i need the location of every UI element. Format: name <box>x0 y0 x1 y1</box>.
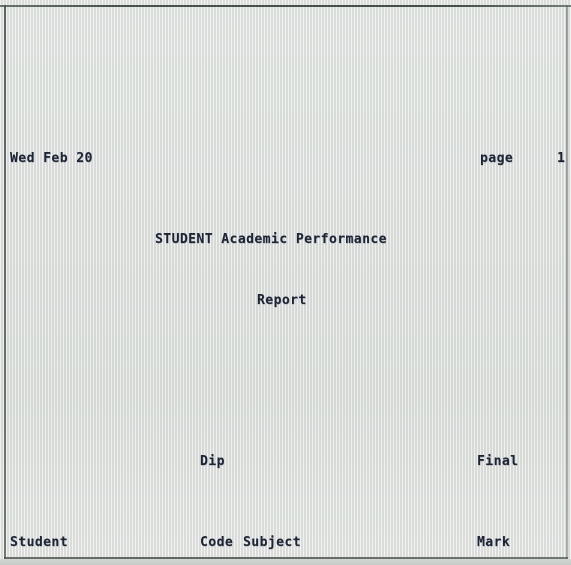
report-title-line-2: Report <box>257 292 307 308</box>
column-header-dip: Dip <box>200 454 225 470</box>
column-header-subject: Subject <box>243 535 301 551</box>
paper-frame-left-edge <box>4 5 6 559</box>
report-page-1: Wed Feb 20 page 1 STUDENT Academic Perfo… <box>10 89 566 565</box>
column-header-student: Student <box>10 535 68 551</box>
column-header-final: Final <box>477 454 519 470</box>
paper-frame-right-edge <box>566 5 568 559</box>
column-header-code: Code <box>200 535 234 551</box>
printed-report-page: Wed Feb 20 page 1 STUDENT Academic Perfo… <box>0 0 571 565</box>
page-1-column-header-row-2: Student Code Subject Mark <box>10 533 563 553</box>
page-1-spacer-after-title <box>10 372 563 392</box>
column-header-mark: Mark <box>477 535 511 551</box>
page-1-title-line-1: STUDENT Academic Performance <box>10 230 563 250</box>
page-1-title-line-2: Report <box>10 291 563 311</box>
page-1-column-header-row-1: Dip Final <box>10 452 563 472</box>
page-1-date: Wed Feb 20 <box>10 151 93 167</box>
page-1-page-number: 1 <box>557 151 566 167</box>
page-1-page-label: page <box>480 151 514 167</box>
page-1-header-row: Wed Feb 20 page 1 <box>10 149 566 169</box>
paper-frame-top-edge <box>0 5 571 7</box>
report-title-line-1: STUDENT Academic Performance <box>155 232 387 248</box>
report-text-surface: Wed Feb 20 page 1 STUDENT Academic Perfo… <box>10 8 565 555</box>
